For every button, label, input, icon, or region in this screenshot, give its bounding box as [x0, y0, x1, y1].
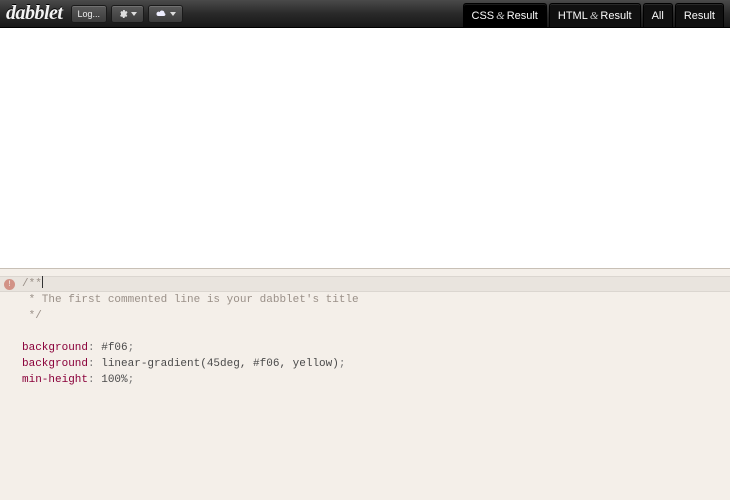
code-comment: /** [22, 278, 42, 290]
tab-css-result[interactable]: CSS & Result [463, 3, 547, 27]
tab-label-part: Result [600, 10, 631, 22]
app-logo: dabblet [6, 2, 63, 25]
code-comment: * The first commented line is your dabbl… [22, 294, 359, 306]
login-button[interactable]: Log... [71, 5, 108, 23]
result-preview [0, 28, 730, 268]
code-punc: : [88, 374, 101, 386]
tab-label: All [652, 10, 664, 22]
view-tabs: CSS & Result HTML & Result All Result [463, 0, 725, 27]
ampersand-icon: & [590, 10, 599, 22]
chevron-down-icon [170, 12, 176, 16]
code-property: min-height [22, 374, 88, 386]
tab-label-part: Result [507, 10, 538, 22]
tab-html-result[interactable]: HTML & Result [549, 3, 641, 27]
tab-all[interactable]: All [643, 3, 673, 27]
code-property: background [22, 342, 88, 354]
top-toolbar: dabblet Log... CSS & Result HTML & Resul… [0, 0, 730, 28]
code-value: linear-gradient(45deg, #f06, yellow) [101, 358, 339, 370]
tab-label-part: CSS [472, 10, 495, 22]
css-editor[interactable]: ! /** * The first commented line is your… [0, 268, 730, 500]
cloud-icon [155, 9, 167, 18]
cloud-save-button[interactable] [148, 5, 183, 23]
code-punc: : [88, 342, 101, 354]
text-cursor [42, 276, 43, 288]
gear-icon [118, 9, 128, 19]
error-badge-icon[interactable]: ! [4, 279, 15, 290]
code-property: background [22, 358, 88, 370]
code-punc: ; [128, 374, 135, 386]
ampersand-icon: & [496, 10, 505, 22]
code-punc: ; [128, 342, 135, 354]
login-label: Log... [78, 9, 101, 19]
code-value: #f06 [101, 342, 127, 354]
settings-button[interactable] [111, 5, 144, 23]
code-punc: ; [339, 358, 346, 370]
code-content[interactable]: /** * The first commented line is your d… [22, 276, 722, 388]
tab-label: Result [684, 10, 715, 22]
code-punc: : [88, 358, 101, 370]
code-comment: */ [22, 310, 42, 322]
chevron-down-icon [131, 12, 137, 16]
code-value: 100% [101, 374, 127, 386]
tab-label-part: HTML [558, 10, 588, 22]
tab-result[interactable]: Result [675, 3, 724, 27]
